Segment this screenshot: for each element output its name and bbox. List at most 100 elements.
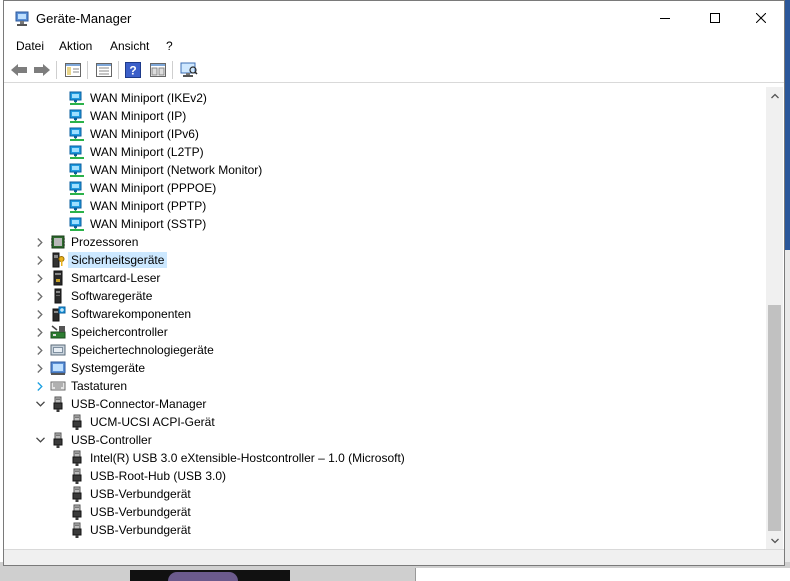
network-adapter-icon xyxy=(69,108,85,124)
chevron-right-icon[interactable] xyxy=(35,344,45,356)
menu-help[interactable]: ? xyxy=(166,39,173,53)
tree-category-row[interactable]: Softwarekomponenten xyxy=(7,305,766,323)
tree-category-row[interactable]: Prozessoren xyxy=(7,233,766,251)
scan-hardware-button[interactable] xyxy=(179,60,199,80)
scroll-thumb[interactable] xyxy=(768,305,781,531)
tree-category-row[interactable]: USB-Connector-Manager xyxy=(7,395,766,413)
chevron-right-icon[interactable] xyxy=(35,380,45,392)
menu-aktion[interactable]: Aktion xyxy=(59,39,92,53)
system-device-icon xyxy=(50,360,66,376)
show-hide-tree-icon xyxy=(65,63,81,77)
console-view-icon xyxy=(150,63,166,77)
tree-device-row[interactable]: UCM-UCSI ACPI-Gerät xyxy=(7,413,766,431)
forward-button[interactable] xyxy=(32,60,52,80)
security-device-icon xyxy=(50,252,66,268)
network-adapter-icon xyxy=(69,198,85,214)
device-tree[interactable]: WAN Miniport (IKEv2) WAN Miniport (IP) WAN… xyxy=(7,87,766,549)
help-icon: ? xyxy=(125,62,141,78)
usb-plug-icon xyxy=(69,450,85,466)
tree-row-label: WAN Miniport (IKEv2) xyxy=(90,91,207,105)
scroll-down-button[interactable] xyxy=(766,532,783,549)
window-title: Geräte-Manager xyxy=(36,11,132,26)
chevron-right-icon[interactable] xyxy=(35,326,45,338)
tree-category-row[interactable]: Systemgeräte xyxy=(7,359,766,377)
tree-category-row[interactable]: USB-Controller xyxy=(7,431,766,449)
tree-device-row[interactable]: USB-Verbundgerät xyxy=(7,521,766,539)
device-manager-window: Geräte-Manager Datei Aktion Ansicht ? ? … xyxy=(3,0,785,566)
tree-device-row[interactable]: WAN Miniport (IPv6) xyxy=(7,125,766,143)
close-button[interactable] xyxy=(738,1,784,35)
network-adapter-icon xyxy=(69,162,85,178)
tree-row-label: USB-Connector-Manager xyxy=(71,397,207,411)
title-bar[interactable]: Geräte-Manager xyxy=(4,1,784,35)
tree-row-label: Softwarekomponenten xyxy=(71,307,192,321)
tree-category-row[interactable]: Speichercontroller xyxy=(7,323,766,341)
minimize-icon xyxy=(660,18,670,19)
toolbar-separator xyxy=(87,61,88,79)
maximize-icon xyxy=(710,13,720,23)
network-adapter-icon xyxy=(69,216,85,232)
network-adapter-icon xyxy=(69,180,85,196)
forward-arrow-icon xyxy=(34,64,50,76)
menu-datei[interactable]: Datei xyxy=(16,39,44,53)
keyboard-icon xyxy=(50,378,66,394)
tree-category-row[interactable]: Sicherheitsgeräte xyxy=(7,251,766,269)
minimize-button[interactable] xyxy=(642,1,688,35)
chevron-right-icon[interactable] xyxy=(35,308,45,320)
usb-plug-icon xyxy=(50,432,66,448)
chevron-up-icon xyxy=(770,93,779,98)
chevron-down-icon[interactable] xyxy=(35,398,45,410)
menu-ansicht[interactable]: Ansicht xyxy=(110,39,149,53)
tree-device-row[interactable]: Intel(R) USB 3.0 eXtensible-Hostcontroll… xyxy=(7,449,766,467)
tree-row-label: WAN Miniport (IPv6) xyxy=(90,127,199,141)
properties-button[interactable] xyxy=(94,60,114,80)
chevron-down-icon[interactable] xyxy=(35,434,45,446)
help-button[interactable]: ? xyxy=(123,60,143,80)
network-adapter-icon xyxy=(69,90,85,106)
chevron-right-icon[interactable] xyxy=(35,272,45,284)
network-adapter-icon xyxy=(69,126,85,142)
tree-device-row[interactable]: WAN Miniport (Network Monitor) xyxy=(7,161,766,179)
tree-category-row[interactable]: Softwaregeräte xyxy=(7,287,766,305)
chevron-down-icon xyxy=(770,538,779,543)
tree-row-label: WAN Miniport (PPTP) xyxy=(90,199,207,213)
usb-plug-icon xyxy=(69,414,85,430)
usb-plug-icon xyxy=(69,468,85,484)
maximize-button[interactable] xyxy=(692,1,738,35)
show-hide-tree-button[interactable] xyxy=(63,60,83,80)
tree-row-label: Speichercontroller xyxy=(71,325,168,339)
tree-device-row[interactable]: WAN Miniport (IP) xyxy=(7,107,766,125)
tree-device-row[interactable]: WAN Miniport (PPTP) xyxy=(7,197,766,215)
chevron-right-icon[interactable] xyxy=(35,236,45,248)
background-window-fragment-right xyxy=(415,568,790,581)
scroll-up-button[interactable] xyxy=(766,87,783,104)
tree-row-label: Speichertechnologiegeräte xyxy=(71,343,214,357)
software-component-icon xyxy=(50,306,66,322)
tree-device-row[interactable]: WAN Miniport (PPPOE) xyxy=(7,179,766,197)
close-icon xyxy=(756,13,766,23)
chevron-right-icon[interactable] xyxy=(35,290,45,302)
device-manager-app-icon xyxy=(14,11,30,27)
console-view-button[interactable] xyxy=(148,60,168,80)
vertical-scrollbar[interactable] xyxy=(766,87,783,549)
back-button[interactable] xyxy=(9,60,29,80)
tree-device-row[interactable]: WAN Miniport (L2TP) xyxy=(7,143,766,161)
tree-row-label: WAN Miniport (Network Monitor) xyxy=(90,163,263,177)
tree-row-label: Sicherheitsgeräte xyxy=(67,252,168,268)
tree-device-row[interactable]: WAN Miniport (SSTP) xyxy=(7,215,766,233)
chevron-right-icon[interactable] xyxy=(35,362,45,374)
tree-device-row[interactable]: USB-Root-Hub (USB 3.0) xyxy=(7,467,766,485)
tree-row-label: Tastaturen xyxy=(71,379,128,393)
tree-row-label: WAN Miniport (IP) xyxy=(90,109,187,123)
tree-category-row[interactable]: Tastaturen xyxy=(7,377,766,395)
tree-device-row[interactable]: WAN Miniport (IKEv2) xyxy=(7,89,766,107)
chevron-right-icon[interactable] xyxy=(35,254,45,266)
tree-device-row[interactable]: USB-Verbundgerät xyxy=(7,503,766,521)
tree-row-label: Intel(R) USB 3.0 eXtensible-Hostcontroll… xyxy=(90,451,405,465)
toolbar-separator xyxy=(172,61,173,79)
tree-row-label: USB-Verbundgerät xyxy=(90,487,191,501)
tree-device-row[interactable]: USB-Verbundgerät xyxy=(7,485,766,503)
tree-row-label: USB-Controller xyxy=(71,433,152,447)
tree-category-row[interactable]: Smartcard-Leser xyxy=(7,269,766,287)
tree-category-row[interactable]: Speichertechnologiegeräte xyxy=(7,341,766,359)
